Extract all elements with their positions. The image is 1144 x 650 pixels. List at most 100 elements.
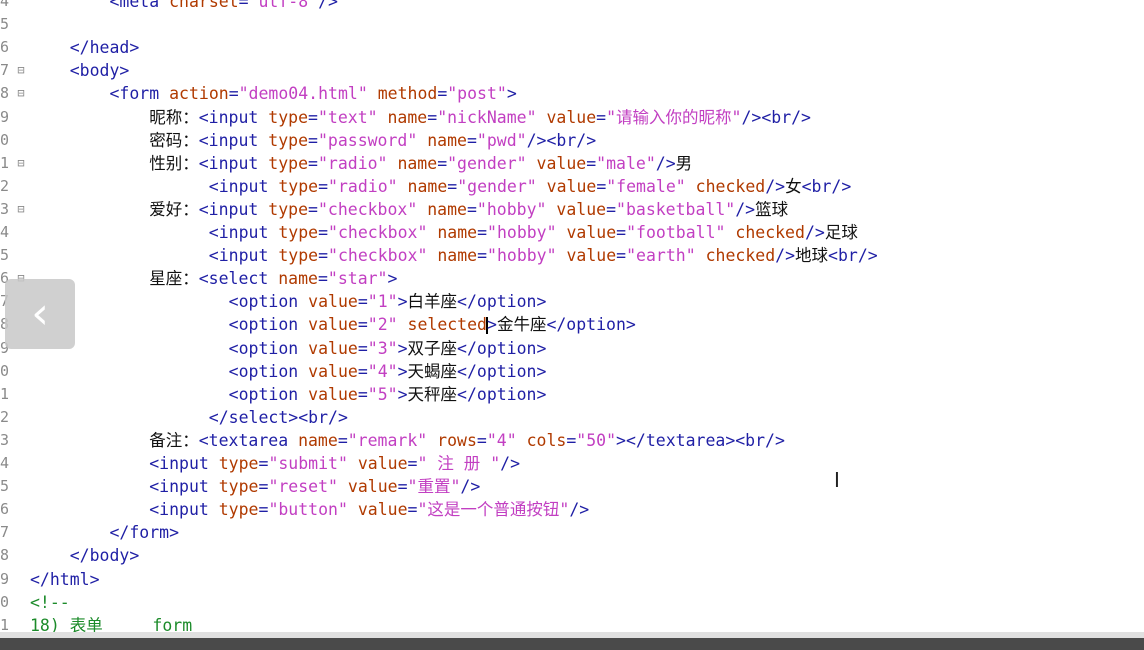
code-token: selected — [407, 315, 487, 335]
code-token: /> — [735, 199, 756, 219]
fold-toggle-icon[interactable]: ⊟ — [14, 152, 28, 175]
code-token: </html> — [30, 569, 100, 589]
code-token: <input — [30, 454, 219, 473]
code-text: <option value="1">白羊座</option> — [30, 290, 547, 313]
code-token: checked — [695, 176, 766, 196]
code-line[interactable]: 1 ⊟ 性别：<input type="radio" name="gender" … — [0, 152, 1144, 175]
code-token: /> — [655, 153, 676, 173]
code-token: "male" — [596, 153, 656, 173]
code-line[interactable]: 8 ⊟ <form action="demo04.html" method="po… — [0, 82, 1144, 105]
code-token: = — [407, 454, 418, 473]
code-token: = — [258, 477, 269, 497]
code-line[interactable]: 6 <input type="button" value="这是一个普通按钮"/… — [0, 498, 1144, 521]
line-number: 5 — [0, 246, 10, 265]
code-line[interactable]: 9 <option value="3">双子座</option> — [0, 337, 1144, 360]
code-token: <select — [198, 269, 279, 289]
code-line[interactable]: 0 密码：<input type="password" name="pwd"/>… — [0, 129, 1144, 152]
code-token: = — [407, 500, 418, 520]
code-line[interactable]: 4 <input type="submit" value=" 注 册 "/> — [0, 452, 1144, 475]
code-token: "demo04.html" — [238, 84, 368, 104]
fold-toggle-icon[interactable]: ⊟ — [14, 198, 28, 221]
code-token: type — [278, 176, 319, 196]
code-line[interactable]: 0 <!-- — [0, 591, 1144, 614]
code-line[interactable]: 7 ⊟ <body> — [0, 59, 1144, 82]
code-line[interactable]: 4 <input type="checkbox" name="hobby" va… — [0, 221, 1144, 244]
code-token: <textarea — [198, 430, 299, 450]
fold-toggle-icon[interactable]: ⊟ — [14, 59, 28, 82]
code-token: <input — [30, 176, 279, 196]
code-token: name — [427, 199, 467, 219]
code-token: type — [218, 500, 259, 520]
code-line[interactable]: 9 </html> — [0, 568, 1144, 591]
code-token: = — [258, 500, 269, 520]
code-token: name — [437, 223, 478, 242]
fold-toggle-icon[interactable]: ⊟ — [14, 82, 28, 105]
code-line[interactable]: 6⊟ 星座：<select name="star"> — [0, 267, 1144, 290]
code-line[interactable]: 5 <input type="checkbox" name="hobby" va… — [0, 244, 1144, 267]
code-token: = — [596, 176, 607, 196]
code-editor[interactable]: 4 <meta charset="utf-8"/> 5 6 </head> 7 ⊟ <b… — [0, 0, 1144, 632]
code-line[interactable]: 8 </body> — [0, 544, 1144, 567]
code-line[interactable]: 5 <input type="reset" value="重置"/> — [0, 475, 1144, 498]
code-token: </option> — [457, 361, 547, 381]
code-text: <body> — [30, 59, 130, 82]
code-token: value — [308, 361, 358, 381]
code-token: value — [357, 454, 408, 473]
code-token: "50" — [576, 430, 617, 450]
code-token: </option> — [457, 338, 547, 358]
line-number: 0 — [0, 130, 10, 149]
code-token: 备注： — [30, 430, 199, 450]
code-token: <input — [30, 477, 219, 497]
code-line[interactable]: 3 ⊟ 爱好：<input type="checkbox" name="hobby… — [0, 198, 1144, 221]
code-token: method — [377, 84, 438, 104]
code-line[interactable]: 1 18) 表单 form — [0, 614, 1144, 632]
code-text: </html> — [30, 568, 100, 591]
code-token: 金牛座 — [496, 315, 547, 335]
code-line[interactable]: 7 <option value="1">白羊座</option> — [0, 290, 1144, 313]
line-number: 1 — [0, 615, 10, 632]
line-number: 2 — [0, 176, 10, 195]
code-line[interactable]: 5 — [0, 13, 1144, 36]
code-token: "star" — [327, 269, 388, 289]
code-token: "pwd" — [476, 130, 527, 150]
line-number: 6 — [0, 38, 10, 57]
code-text: 爱好：<input type="checkbox" name="hobby" v… — [30, 198, 788, 221]
code-line[interactable]: 7 </form> — [0, 521, 1144, 544]
code-line[interactable]: 9 昵称：<input type="text" name="nickName" … — [0, 106, 1144, 129]
code-token: <body> — [30, 61, 130, 81]
code-line[interactable]: 3 备注：<textarea name="remark" rows="4" co… — [0, 429, 1144, 452]
code-line[interactable]: 2 <input type="radio" name="gender" valu… — [0, 175, 1144, 198]
code-token: 密码： — [30, 130, 199, 150]
code-line[interactable]: 2 </select><br/> — [0, 406, 1144, 429]
code-text: <input type="radio" name="gender" value=… — [30, 175, 851, 198]
code-token: = — [476, 430, 487, 450]
code-line[interactable]: 0 <option value="4">天蝎座</option> — [0, 360, 1144, 383]
code-token: value — [566, 246, 617, 266]
chevron-left-icon: ‹ — [31, 288, 49, 339]
code-token: "text" — [317, 107, 378, 127]
code-token: = — [447, 176, 458, 196]
code-token: = — [427, 107, 438, 127]
code-token: "post" — [447, 84, 507, 104]
code-token: "1" — [367, 292, 398, 312]
code-token: checked — [735, 223, 805, 242]
code-line[interactable]: 8 <option value="2" selected>金牛座</option… — [0, 313, 1144, 336]
back-button[interactable]: ‹ — [5, 279, 75, 349]
code-token: = — [318, 246, 329, 266]
code-token: "reset" — [268, 477, 338, 497]
code-token: <input — [30, 223, 279, 242]
code-line[interactable]: 1 <option value="5">天秤座</option> — [0, 383, 1144, 406]
code-line[interactable]: 6 </head> — [0, 36, 1144, 59]
code-token: "remark" — [347, 430, 428, 450]
line-number: 7 — [0, 61, 10, 80]
code-token: 男 — [675, 153, 693, 173]
code-line[interactable]: 4 <meta charset="utf-8"/> — [0, 0, 1144, 13]
code-token: "gender" — [447, 153, 527, 173]
code-token: = — [397, 477, 408, 497]
